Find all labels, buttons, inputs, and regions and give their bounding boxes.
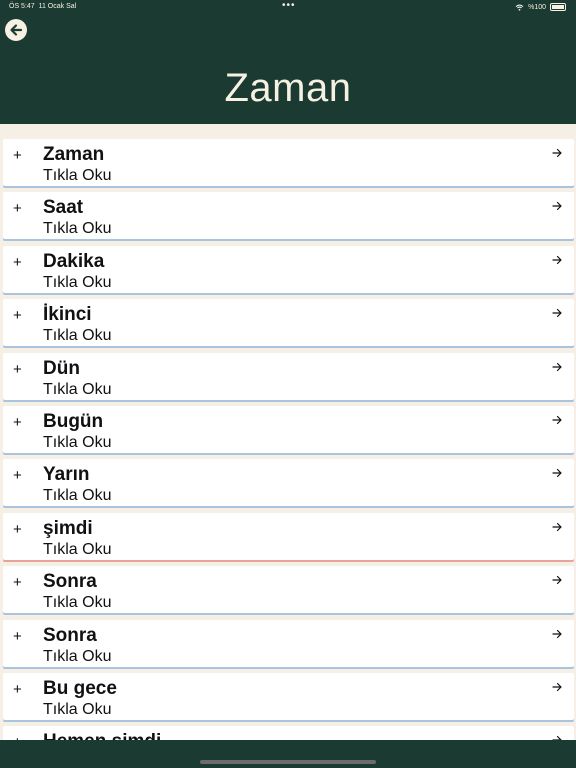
list-item-word: İkinci — [43, 304, 92, 326]
back-arrow-icon — [10, 24, 23, 36]
status-date: 11 Ocak Sal — [38, 3, 77, 10]
list-item[interactable]: +Hemen şimdiTıkla Oku — [3, 726, 574, 740]
arrow-right-icon[interactable] — [552, 575, 562, 585]
arrow-right-icon[interactable] — [552, 148, 562, 158]
battery-icon — [550, 3, 566, 11]
expand-plus-icon[interactable]: + — [13, 200, 22, 217]
list-item-word: Bugün — [43, 411, 104, 432]
arrow-right-icon[interactable] — [552, 468, 562, 478]
expand-plus-icon[interactable]: + — [13, 681, 22, 698]
expand-plus-icon[interactable]: + — [13, 307, 22, 324]
list-item-subtitle: Tıkla Oku — [43, 434, 112, 451]
list-item[interactable]: + İkinci Tıkla Oku — [3, 299, 574, 347]
list-item-word: Sonra — [43, 624, 97, 646]
list-item-word: Dakika — [43, 250, 105, 272]
expand-plus-icon[interactable]: + — [13, 147, 22, 164]
page-title: Zaman — [224, 66, 352, 110]
status-right: %100 — [515, 3, 566, 11]
arrow-right-icon[interactable] — [552, 522, 562, 532]
list-item-subtitle: Tıkla Oku — [43, 273, 112, 291]
list-item-word: Saat — [43, 197, 84, 219]
list-item[interactable]: + Bugün Tıkla Oku — [3, 406, 574, 453]
list-item[interactable]: + Yarın Tıkla Oku — [3, 459, 574, 507]
expand-plus-icon[interactable]: + — [13, 521, 22, 538]
list-item[interactable]: + Zaman Tıkla Oku — [3, 139, 574, 186]
list-item-subtitle: Tıkla Oku — [43, 540, 112, 558]
expand-plus-icon[interactable]: + — [13, 574, 22, 591]
list-item[interactable]: + Sonra Tıkla Oku — [3, 566, 574, 614]
list-item-word: Sonra — [43, 571, 97, 593]
multitask-dots[interactable]: ••• — [282, 0, 296, 11]
arrow-right-icon[interactable] — [552, 362, 562, 372]
list-item-word: Zaman — [43, 144, 105, 165]
expand-plus-icon[interactable]: + — [13, 414, 22, 431]
list-item[interactable]: + Dün Tıkla Oku — [3, 352, 574, 400]
word-list: + Zaman Tıkla Oku + Saat Tıkla Oku + Dakika Tıkl… — [0, 137, 576, 740]
arrow-right-icon[interactable] — [552, 682, 562, 692]
app-header: ÖS 5:47 11 Ocak Sal ••• %100 Zaman — [0, 0, 576, 124]
expand-plus-icon[interactable]: + — [13, 628, 22, 645]
list-item-subtitle: Tıkla Oku — [43, 220, 112, 238]
list-item[interactable]: + Saat Tıkla Oku — [3, 192, 574, 240]
list-item-subtitle: Tıkla Oku — [43, 380, 112, 398]
list-item-word: Dün — [43, 357, 80, 379]
status-time: ÖS 5:47 11 Ocak Sal — [9, 3, 76, 10]
wifi-icon — [515, 4, 524, 11]
expand-plus-icon[interactable]: + — [13, 467, 22, 484]
home-indicator[interactable] — [200, 760, 376, 764]
list-item-subtitle: Tıkla Oku — [43, 594, 112, 612]
status-time-text: ÖS 5:47 — [9, 3, 35, 10]
expand-plus-icon[interactable]: + — [13, 361, 22, 378]
list-item-subtitle: Tıkla Oku — [43, 327, 112, 345]
arrow-right-icon[interactable] — [552, 255, 562, 265]
list-item-word: Yarın — [43, 464, 90, 486]
bottom-bar — [0, 740, 576, 768]
list-item[interactable]: + Sonra Tıkla Oku — [3, 619, 574, 667]
status-bar: ÖS 5:47 11 Ocak Sal ••• %100 — [0, 0, 576, 14]
list-item[interactable]: + şimdi Tıkla Oku — [3, 512, 574, 560]
list-item-subtitle: Tıkla Oku — [43, 647, 112, 665]
arrow-right-icon[interactable] — [552, 629, 562, 639]
back-button[interactable] — [5, 19, 27, 41]
arrow-right-icon[interactable] — [552, 415, 562, 425]
list-item-word: Hemen şimdi — [43, 731, 161, 740]
battery-percent: %100 — [528, 3, 546, 11]
list-item-subtitle: Tıkla Oku — [43, 701, 112, 718]
expand-plus-icon[interactable]: + — [13, 254, 22, 271]
list-item[interactable]: + Dakika Tıkla Oku — [3, 245, 574, 293]
list-item-word: şimdi — [43, 517, 93, 539]
arrow-right-icon[interactable] — [552, 308, 562, 318]
list-item[interactable]: + Bu gece Tıkla Oku — [3, 673, 574, 720]
arrow-right-icon[interactable] — [552, 201, 562, 211]
list-item-word: Bu gece — [43, 678, 117, 699]
list-item-subtitle: Tıkla Oku — [43, 487, 112, 505]
list-item-subtitle: Tıkla Oku — [43, 167, 112, 184]
